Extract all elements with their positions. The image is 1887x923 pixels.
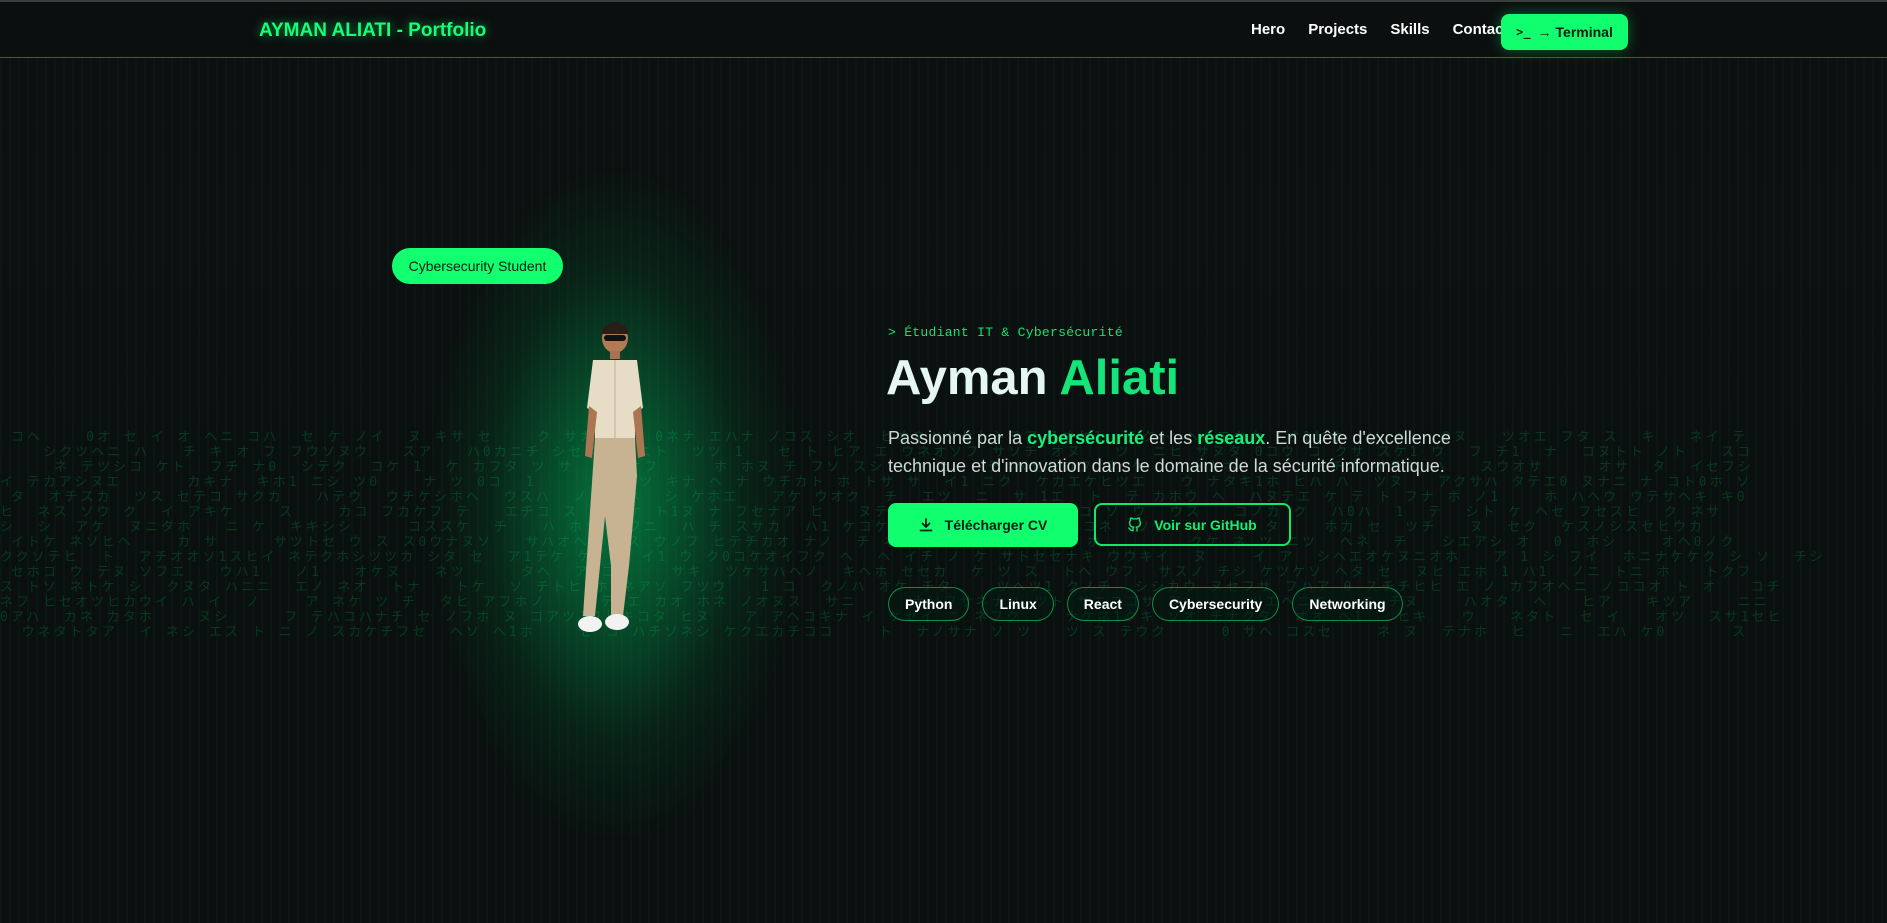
github-button[interactable]: Voir sur GitHub <box>1094 503 1291 546</box>
main-nav: Hero Projects Skills Contact <box>1251 21 1531 38</box>
hero-description: Passionné par la cybersécurité et les ré… <box>888 424 1488 480</box>
desc-text-2: et les <box>1144 428 1197 448</box>
download-cv-button[interactable]: Télécharger CV <box>888 503 1078 547</box>
skill-tags: Python Linux React Cybersecurity Network… <box>888 587 1403 621</box>
terminal-icon: >_ <box>1516 25 1530 39</box>
role-badge: Cybersecurity Student <box>392 248 563 284</box>
profile-photo <box>565 316 675 656</box>
github-label: Voir sur GitHub <box>1154 517 1256 533</box>
nav-link-skills[interactable]: Skills <box>1390 21 1429 38</box>
title-first-name: Ayman <box>886 351 1048 405</box>
skill-tag-linux: Linux <box>982 587 1053 621</box>
nav-link-hero[interactable]: Hero <box>1251 21 1285 38</box>
desc-highlight-cybersecurity: cybersécurité <box>1027 428 1144 448</box>
github-icon <box>1128 517 1142 532</box>
terminal-button-label: → Terminal <box>1538 24 1613 40</box>
terminal-button[interactable]: >_ → Terminal <box>1501 14 1628 50</box>
download-icon <box>919 518 933 532</box>
download-cv-label: Télécharger CV <box>945 517 1048 533</box>
nav-link-projects[interactable]: Projects <box>1308 21 1367 38</box>
site-brand[interactable]: AYMAN ALIATI - Portfolio <box>259 20 486 42</box>
hero-kicker: > Étudiant IT & Cybersécurité <box>888 325 1123 340</box>
title-last-name: Aliati <box>1059 351 1179 405</box>
skill-tag-networking: Networking <box>1292 587 1402 621</box>
desc-highlight-networks: réseaux <box>1197 428 1265 448</box>
hero-title: Ayman Aliati <box>886 348 1179 408</box>
top-navbar: AYMAN ALIATI - Portfolio Hero Projects S… <box>0 0 1887 58</box>
skill-tag-cybersecurity: Cybersecurity <box>1152 587 1279 621</box>
skill-tag-react: React <box>1067 587 1139 621</box>
skill-tag-python: Python <box>888 587 969 621</box>
desc-text-1: Passionné par la <box>888 428 1027 448</box>
